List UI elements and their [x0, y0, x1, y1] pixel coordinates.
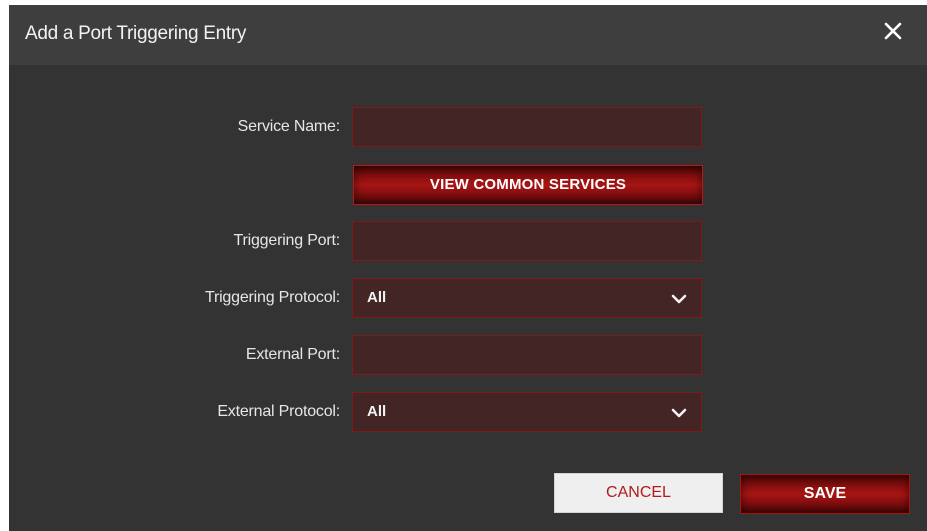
triggering-protocol-label: Triggering Protocol:: [204, 289, 340, 306]
dialog-titlebar: Add a Port Triggering Entry: [9, 5, 927, 65]
cancel-button[interactable]: CANCEL: [554, 473, 723, 513]
chevron-down-icon: [671, 406, 687, 418]
port-triggering-dialog: Add a Port Triggering Entry Service Name…: [9, 5, 927, 531]
external-protocol-select[interactable]: All: [352, 392, 702, 432]
triggering-protocol-row: Triggering Protocol: All: [9, 278, 927, 318]
service-name-row: Service Name:: [9, 107, 927, 147]
triggering-port-row: Triggering Port:: [9, 221, 927, 261]
dialog-title: Add a Port Triggering Entry: [25, 23, 247, 44]
external-port-input[interactable]: [352, 335, 702, 375]
triggering-port-input[interactable]: [352, 221, 702, 261]
triggering-port-label: Triggering Port:: [233, 232, 341, 249]
close-icon[interactable]: [881, 19, 905, 43]
save-button[interactable]: SAVE: [740, 474, 910, 514]
service-name-input[interactable]: [352, 107, 702, 147]
triggering-protocol-value: All: [367, 289, 387, 306]
service-name-label: Service Name:: [237, 118, 341, 135]
triggering-protocol-select[interactable]: All: [352, 278, 702, 318]
chevron-down-icon: [671, 292, 687, 304]
view-common-services-button[interactable]: VIEW COMMON SERVICES: [353, 165, 703, 205]
external-protocol-row: External Protocol: All: [9, 392, 927, 432]
external-protocol-value: All: [367, 403, 387, 420]
external-protocol-label: External Protocol:: [217, 403, 340, 420]
external-port-label: External Port:: [245, 346, 340, 363]
external-port-row: External Port:: [9, 335, 927, 375]
